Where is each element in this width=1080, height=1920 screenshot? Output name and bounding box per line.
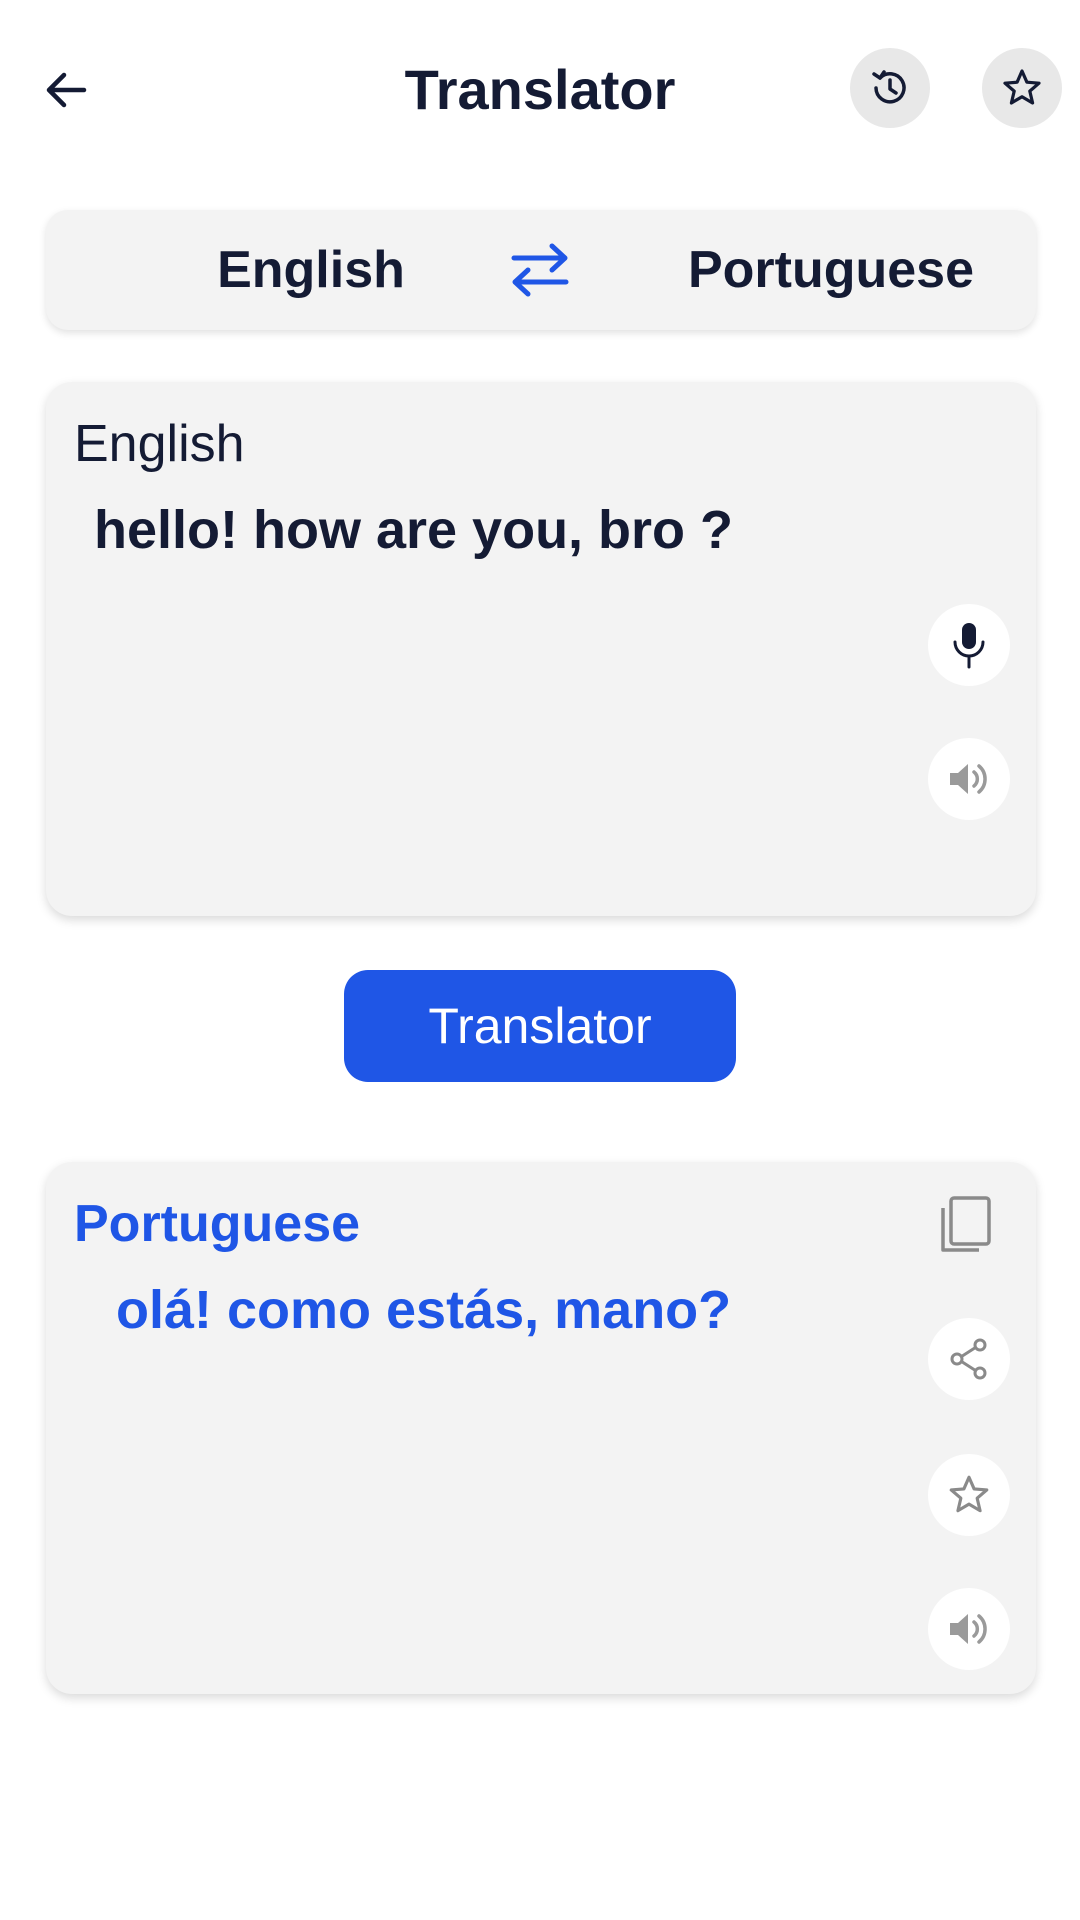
input-language-label: English xyxy=(74,415,245,473)
input-speaker-button[interactable] xyxy=(928,738,1010,820)
copy-icon xyxy=(941,1196,991,1252)
share-icon xyxy=(950,1338,987,1380)
output-card: Portuguese olá! como estás, mano? xyxy=(46,1162,1036,1694)
swap-languages-button[interactable] xyxy=(508,238,572,302)
history-icon xyxy=(872,70,906,104)
star-icon xyxy=(1003,69,1041,105)
input-text-field[interactable]: hello! how are you, bro ? xyxy=(94,494,733,566)
star-outline-icon xyxy=(949,1475,989,1513)
speaker-icon xyxy=(950,764,987,794)
language-selector: English Portuguese xyxy=(46,210,1036,330)
microphone-icon xyxy=(953,623,985,669)
microphone-button[interactable] xyxy=(928,604,1010,686)
input-card: English hello! how are you, bro ? xyxy=(46,382,1036,916)
translator-screen: Translator English Portuguese English he… xyxy=(0,0,1080,1920)
history-button[interactable] xyxy=(850,48,930,128)
swap-arrows-icon xyxy=(511,243,569,297)
translate-button[interactable]: Translator xyxy=(344,970,736,1082)
copy-button[interactable] xyxy=(932,1192,998,1258)
translated-text: olá! como estás, mano? xyxy=(116,1280,732,1340)
favorites-button[interactable] xyxy=(982,48,1062,128)
output-language-label: Portuguese xyxy=(74,1195,361,1253)
output-speaker-button[interactable] xyxy=(928,1588,1010,1670)
favorite-translation-button[interactable] xyxy=(928,1454,1010,1536)
speaker-icon xyxy=(950,1614,987,1644)
target-language-selector[interactable]: Portuguese xyxy=(646,210,1016,330)
source-language-selector[interactable]: English xyxy=(126,210,496,330)
top-bar: Translator xyxy=(0,0,1080,180)
share-button[interactable] xyxy=(928,1318,1010,1400)
